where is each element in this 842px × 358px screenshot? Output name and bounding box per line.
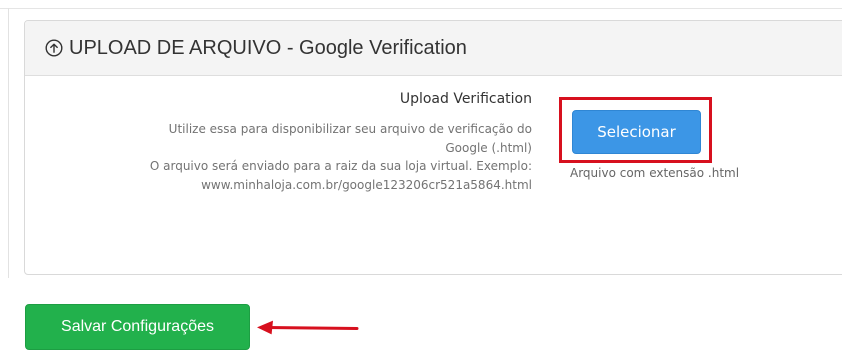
help-text: Utilize essa para disponibilizar seu arq…: [12, 120, 532, 194]
upload-verification-label: Upload Verification: [399, 91, 532, 107]
left-edge-line: [8, 8, 9, 278]
select-file-button[interactable]: Selecionar: [572, 110, 701, 154]
upload-circle-icon: [45, 39, 63, 57]
help-line: Utilize essa para disponibilizar seu arq…: [168, 122, 532, 136]
help-line: O arquivo será enviado para a raiz da su…: [149, 159, 532, 173]
file-extension-hint: Arquivo com extensão .html: [570, 166, 740, 180]
panel-title: UPLOAD DE ARQUIVO - Google Verification: [69, 36, 467, 59]
help-line: Google (.html): [445, 140, 532, 155]
panel-title-row: UPLOAD DE ARQUIVO - Google Verification: [45, 33, 467, 63]
save-settings-button[interactable]: Salvar Configurações: [25, 304, 250, 350]
top-divider: [0, 8, 842, 9]
red-arrow-icon: [257, 320, 359, 335]
help-line: www.minhaloja.com.br/google123206cr521a5…: [201, 177, 532, 192]
panel-heading: UPLOAD DE ARQUIVO - Google Verification: [25, 21, 842, 76]
